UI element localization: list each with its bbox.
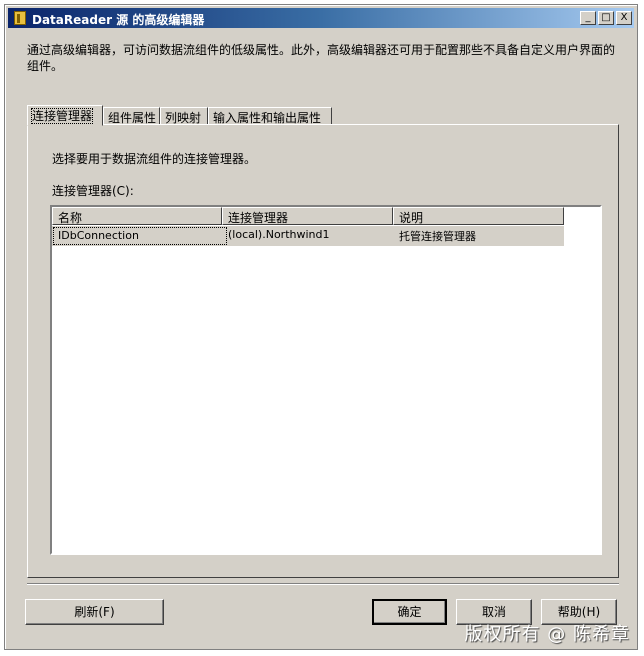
tab-input-output-properties[interactable]: 输入属性和输出属性 xyxy=(208,107,332,125)
advanced-editor-window: DataReader 源 的高级编辑器 _ □ X 通过高级编辑器，可访问数据流… xyxy=(4,4,638,650)
editor-description: 通过高级编辑器，可访问数据流组件的低级属性。此外，高级编辑器还可用于配置那些不具… xyxy=(27,43,616,73)
tab-connection-managers[interactable]: 连接管理器 xyxy=(27,105,103,126)
column-header-connection-manager[interactable]: 连接管理器 xyxy=(222,207,393,225)
cell-description: 托管连接管理器 xyxy=(399,230,476,243)
tab-label: 列映射 xyxy=(165,111,202,125)
connection-managers-label: 连接管理器(C): xyxy=(52,184,134,198)
table-row[interactable]: IDbConnection (local).Northwind1 托管连接管理器 xyxy=(52,226,564,246)
window-title: DataReader 源 的高级编辑器 xyxy=(32,13,205,27)
tab-label: 连接管理器 xyxy=(30,108,94,124)
connection-managers-grid[interactable]: 名称 连接管理器 说明 IDbConnection (local).Northw… xyxy=(50,205,602,555)
title-bar[interactable]: DataReader 源 的高级编辑器 _ □ X xyxy=(8,8,634,28)
ok-button[interactable]: 确定 xyxy=(372,599,447,625)
panel-instruction: 选择要用于数据流组件的连接管理器。 xyxy=(52,152,257,166)
app-icon xyxy=(14,11,26,25)
separator xyxy=(27,583,619,585)
close-button[interactable]: X xyxy=(616,11,632,25)
tab-panel: 选择要用于数据流组件的连接管理器。 连接管理器(C): 名称 连接管理器 说明 … xyxy=(27,124,619,578)
maximize-button[interactable]: □ xyxy=(598,11,614,25)
column-header-description[interactable]: 说明 xyxy=(393,207,564,225)
cell-connection-manager[interactable]: (local).Northwind1 xyxy=(228,228,329,241)
tab-component-properties[interactable]: 组件属性 xyxy=(103,107,160,125)
refresh-button[interactable]: 刷新(F) xyxy=(25,599,164,625)
cell-name[interactable]: IDbConnection xyxy=(53,227,227,245)
tab-label: 组件属性 xyxy=(108,111,157,125)
minimize-button[interactable]: _ xyxy=(580,11,596,25)
tab-column-mappings[interactable]: 列映射 xyxy=(160,107,208,125)
column-header-name[interactable]: 名称 xyxy=(52,207,222,225)
tab-label: 输入属性和输出属性 xyxy=(213,111,322,125)
copyright-watermark: 版权所有 @ 陈希章 xyxy=(464,624,630,645)
